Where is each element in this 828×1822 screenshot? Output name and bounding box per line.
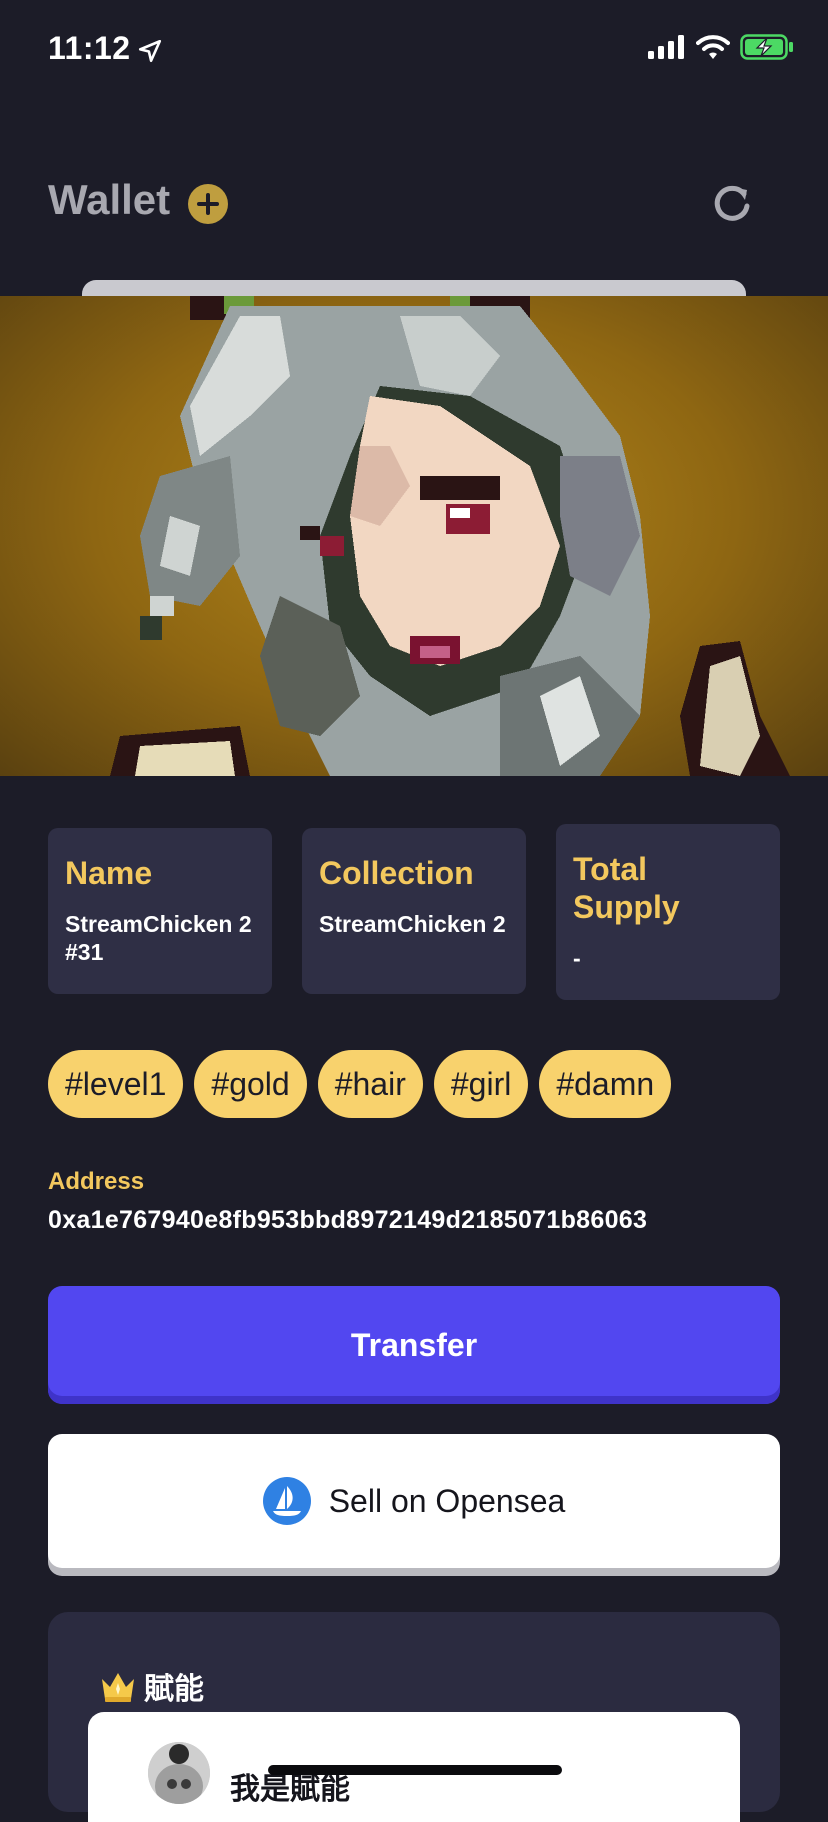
- battery-charging-icon: [740, 34, 793, 60]
- name-value: StreamChicken 2 #31: [65, 911, 252, 965]
- tag-chip[interactable]: #level1: [48, 1050, 184, 1118]
- crown-icon: [102, 1673, 134, 1702]
- tag-chip[interactable]: #girl: [433, 1050, 529, 1118]
- status-time: 11:12: [48, 30, 163, 67]
- tag-chip[interactable]: #damn: [539, 1050, 672, 1118]
- total-supply-card: Total Supply -: [556, 824, 780, 1000]
- add-wallet-button[interactable]: [188, 184, 228, 224]
- nft-image[interactable]: [0, 296, 828, 776]
- location-arrow-icon: [138, 39, 161, 62]
- tag-list: #level1 #gold #hair #girl #damn: [48, 1050, 672, 1118]
- tag-chip[interactable]: #gold: [194, 1050, 307, 1118]
- transfer-button[interactable]: Transfer: [48, 1286, 780, 1404]
- refresh-icon: [714, 185, 750, 221]
- collection-label: Collection: [319, 855, 474, 891]
- address-value[interactable]: 0xa1e767940e8fb953bbd8972149d2185071b860…: [48, 1206, 647, 1235]
- address-label: Address: [48, 1168, 145, 1195]
- total-supply-value: -: [573, 945, 581, 971]
- opensea-icon: [262, 1477, 311, 1525]
- home-indicator[interactable]: [268, 1765, 562, 1775]
- sell-on-opensea-button[interactable]: Sell on Opensea: [48, 1434, 780, 1568]
- refresh-button[interactable]: [708, 180, 756, 228]
- empower-title-text: 賦能: [144, 1673, 204, 1706]
- sell-button-label: Sell on Opensea: [328, 1482, 566, 1519]
- collection-card: Collection StreamChicken 2: [302, 828, 526, 994]
- name-label: Name: [65, 855, 153, 891]
- avatar-image: [148, 1742, 210, 1804]
- avatar: [148, 1742, 210, 1804]
- status-icons: [648, 34, 794, 60]
- collection-value: StreamChicken 2: [319, 911, 506, 937]
- status-time-text: 11:12: [48, 30, 131, 66]
- page-title: Wallet: [48, 176, 171, 223]
- signal-icon: [648, 35, 684, 59]
- wifi-icon: [696, 35, 730, 59]
- name-card: Name StreamChicken 2 #31: [48, 828, 272, 994]
- status-bar: 11:12: [0, 0, 828, 100]
- total-supply-label: Total Supply: [573, 851, 680, 925]
- empower-section-title: 賦能: [100, 1664, 204, 1708]
- transfer-button-label: Transfer: [350, 1326, 478, 1363]
- nft-pixel-art: [110, 296, 790, 776]
- tag-chip[interactable]: #hair: [317, 1050, 423, 1118]
